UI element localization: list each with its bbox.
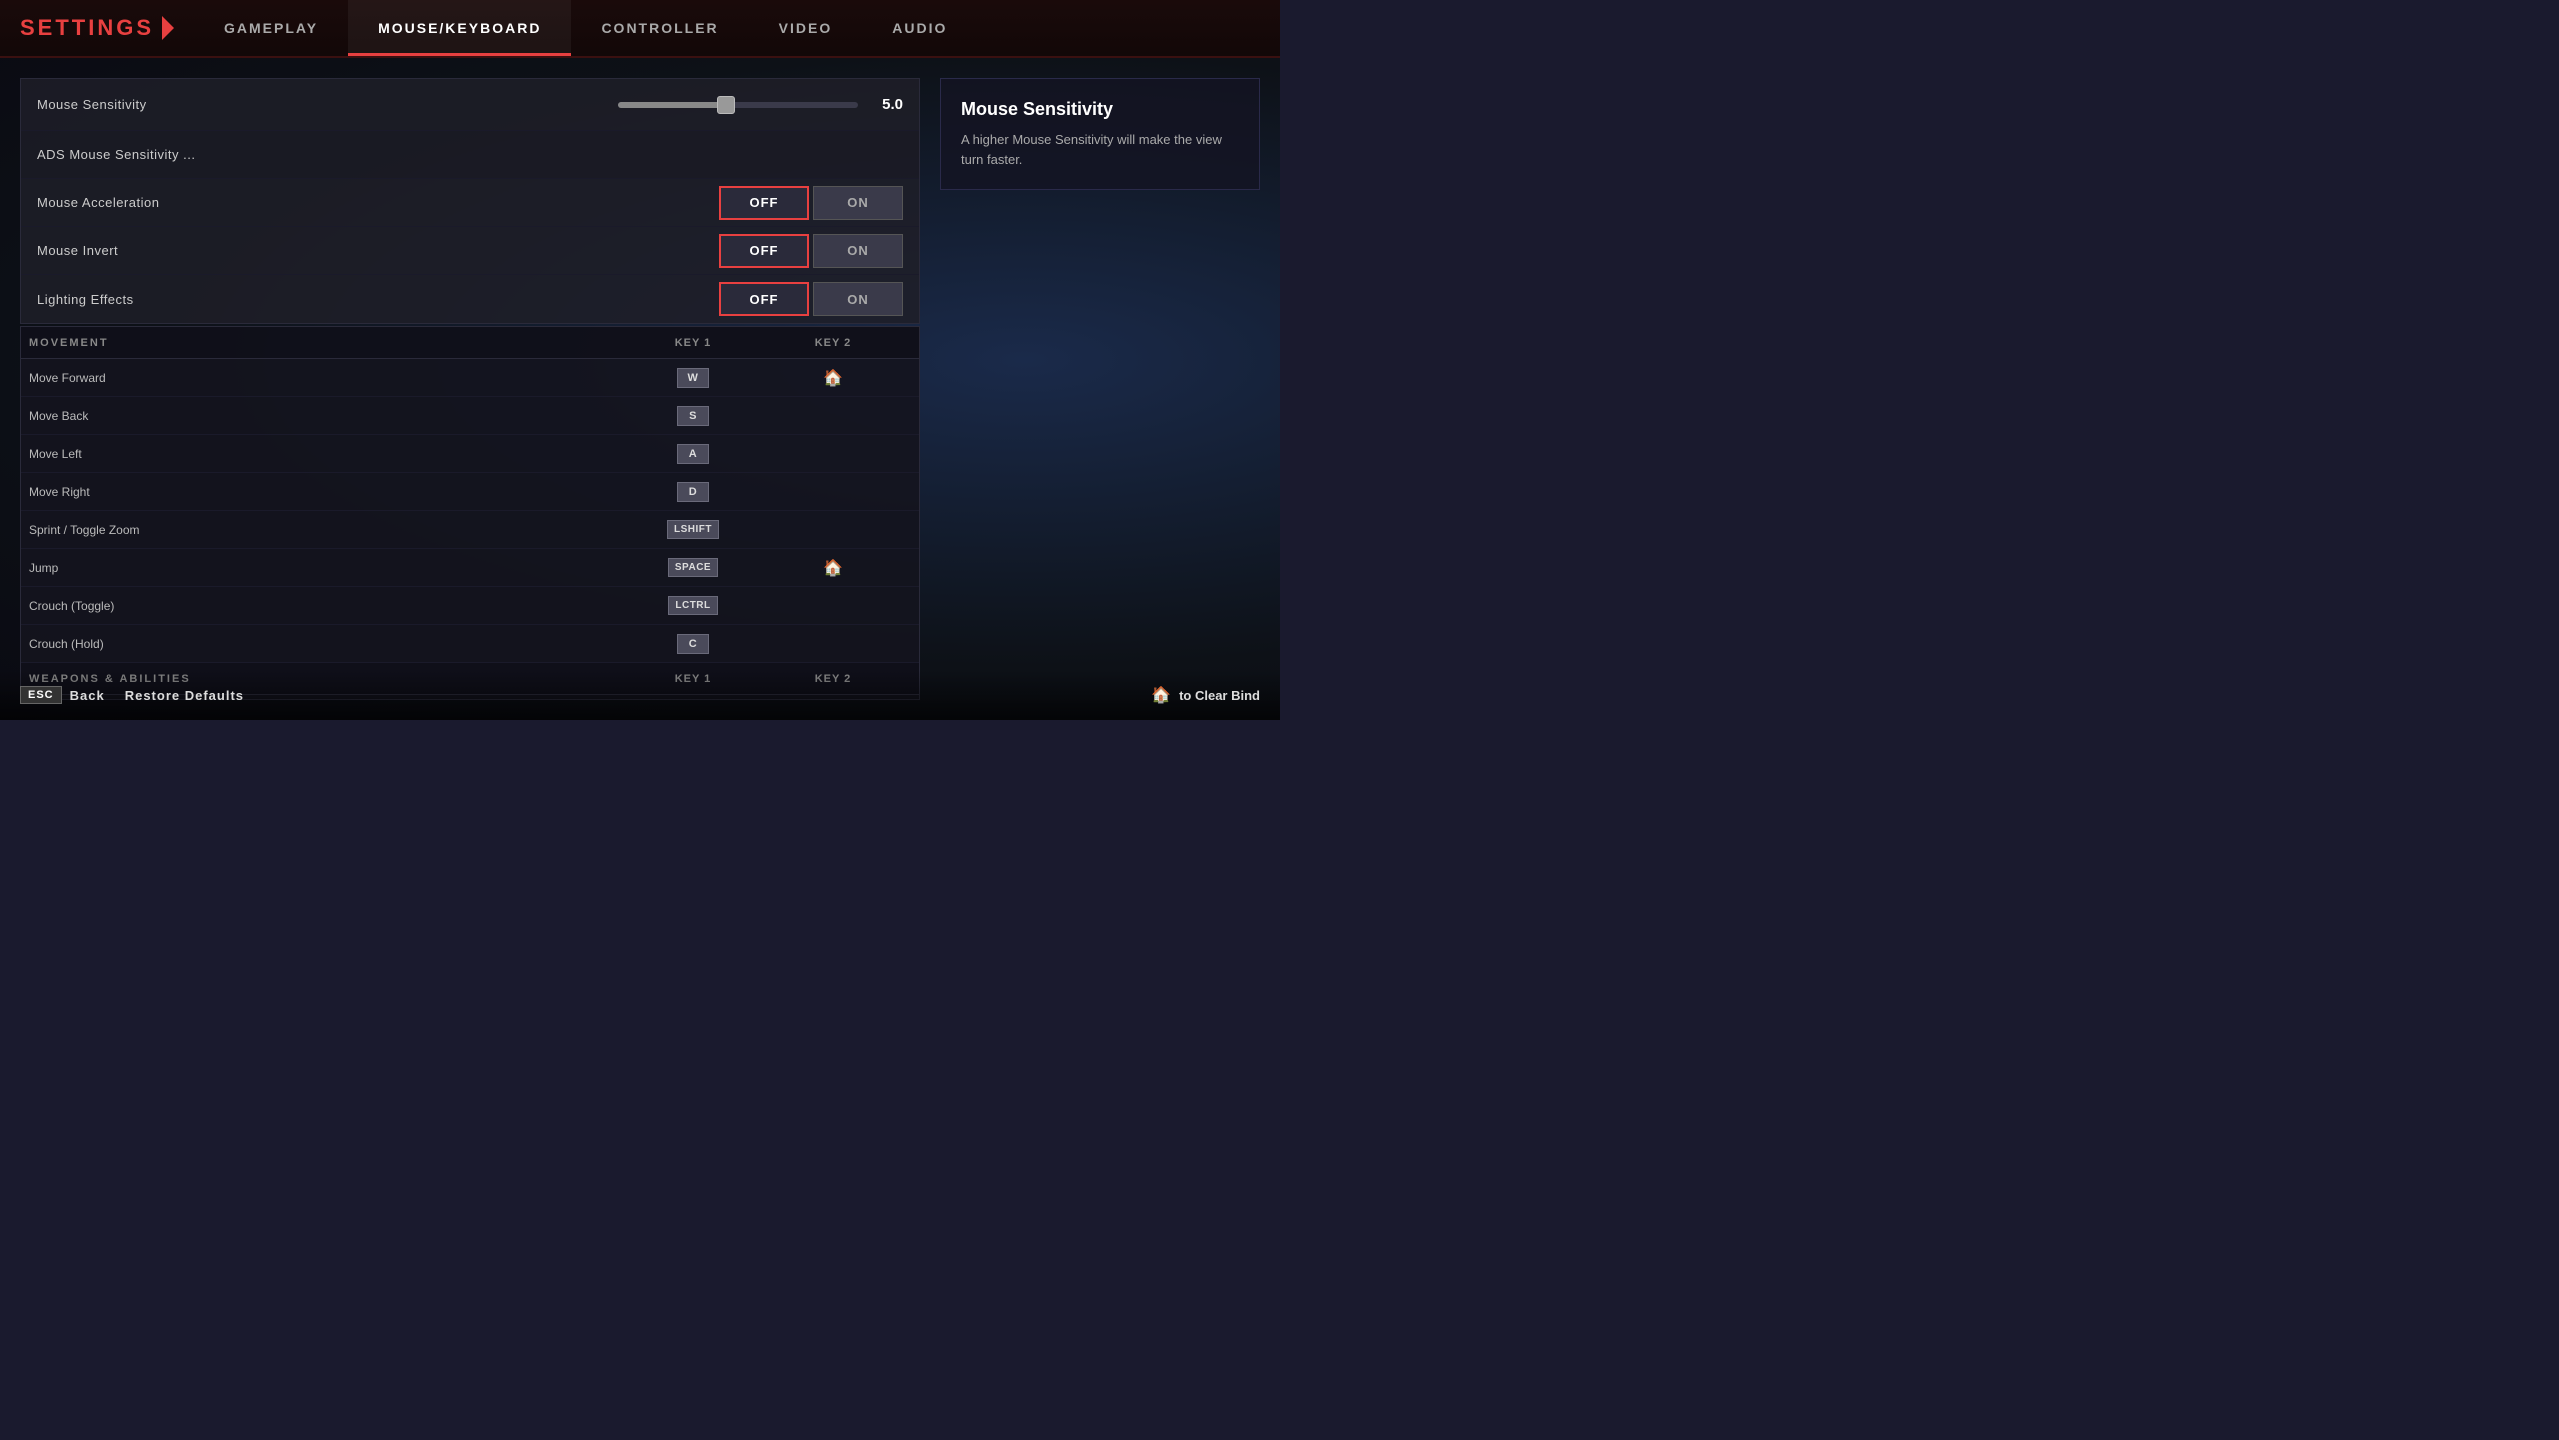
keybind-section: MOVEMENT KEY 1 KEY 2 Move Forward W 🏠 (20, 326, 920, 700)
mouse-invert-toggle: Off On (719, 234, 903, 268)
jump-key2[interactable]: 🏠 (763, 554, 903, 582)
move-forward-label: Move Forward (21, 371, 623, 385)
mouse-acceleration-row: Mouse Acceleration Off On (21, 179, 919, 227)
keybind-move-left: Move Left A (21, 435, 919, 473)
sensitivity-slider-track[interactable] (618, 102, 858, 108)
move-back-label: Move Back (21, 409, 623, 423)
move-left-key1-badge: A (677, 444, 709, 464)
bottom-left-actions: ESC Back Restore Defaults (20, 686, 244, 704)
move-forward-key1[interactable]: W (623, 364, 763, 392)
mouse-acceleration-off-btn[interactable]: Off (719, 186, 809, 220)
mouse-invert-on-btn[interactable]: On (813, 234, 903, 268)
sensitivity-slider-fill (618, 102, 726, 108)
keybind-crouch-hold: Crouch (Hold) C (21, 625, 919, 663)
move-forward-key1-badge: W (677, 368, 709, 388)
right-panel: Mouse Sensitivity A higher Mouse Sensiti… (940, 78, 1260, 700)
info-title: Mouse Sensitivity (961, 99, 1239, 120)
mouse-sensitivity-label: Mouse Sensitivity (37, 97, 147, 112)
move-left-label: Move Left (21, 447, 623, 461)
keybind-move-right: Move Right D (21, 473, 919, 511)
move-right-key1-badge: D (677, 482, 709, 502)
app-title: SETTINGS (20, 15, 154, 41)
jump-key1[interactable]: SPACE (623, 554, 763, 581)
move-back-key1-badge: S (677, 406, 709, 426)
nav-bar: SETTINGS GAMEPLAY MOUSE/KEYBOARD CONTROL… (0, 0, 1280, 58)
info-description: A higher Mouse Sensitivity will make the… (961, 130, 1239, 169)
crouch-toggle-key1[interactable]: LCTRL (623, 592, 763, 619)
mouse-sensitivity-control: 5.0 (147, 96, 903, 113)
keybind-sprint: Sprint / Toggle Zoom LSHIFT (21, 511, 919, 549)
clear-bind-label: to Clear Bind (1179, 688, 1260, 703)
top-settings: Mouse Sensitivity 5.0 ADS Mouse Sensitiv… (20, 78, 920, 324)
lighting-effects-label: Lighting Effects (37, 292, 134, 307)
sensitivity-slider-thumb[interactable] (717, 96, 735, 114)
movement-label: MOVEMENT (21, 337, 623, 349)
crouch-hold-key2[interactable] (763, 640, 903, 648)
mouse-acceleration-toggle: Off On (719, 186, 903, 220)
move-forward-key2[interactable]: 🏠 (763, 364, 903, 392)
move-back-key1[interactable]: S (623, 402, 763, 430)
jump-label: Jump (21, 561, 623, 575)
keybind-move-forward: Move Forward W 🏠 (21, 359, 919, 397)
lighting-effects-toggle: Off On (719, 282, 903, 316)
move-forward-key2-icon: 🏠 (823, 368, 843, 388)
move-left-key1[interactable]: A (623, 440, 763, 468)
keybind-move-back: Move Back S (21, 397, 919, 435)
crouch-hold-key1[interactable]: C (623, 630, 763, 658)
nav-tabs: GAMEPLAY MOUSE/KEYBOARD CONTROLLER VIDEO… (194, 0, 977, 56)
mouse-invert-off-btn[interactable]: Off (719, 234, 809, 268)
move-back-key2[interactable] (763, 412, 903, 420)
move-right-label: Move Right (21, 485, 623, 499)
move-right-key2[interactable] (763, 488, 903, 496)
move-right-key1[interactable]: D (623, 478, 763, 506)
tab-gameplay[interactable]: GAMEPLAY (194, 0, 348, 56)
jump-key2-icon: 🏠 (823, 558, 843, 578)
tab-audio[interactable]: AUDIO (862, 0, 977, 56)
back-label: Back (70, 688, 105, 703)
mouse-acceleration-on-btn[interactable]: On (813, 186, 903, 220)
lighting-effects-on-btn[interactable]: On (813, 282, 903, 316)
clear-bind-icon: 🏠 (1151, 685, 1171, 705)
movement-key2-header: KEY 2 (763, 337, 903, 349)
sprint-key1-badge: LSHIFT (667, 520, 719, 539)
keybind-scroll[interactable]: MOVEMENT KEY 1 KEY 2 Move Forward W 🏠 (21, 327, 919, 700)
restore-label: Restore Defaults (125, 688, 244, 703)
mouse-invert-label: Mouse Invert (37, 243, 118, 258)
crouch-toggle-label: Crouch (Toggle) (21, 599, 623, 613)
ads-sensitivity-label: ADS Mouse Sensitivity ... (37, 147, 195, 162)
crouch-toggle-key1-badge: LCTRL (668, 596, 717, 615)
main-content: Mouse Sensitivity 5.0 ADS Mouse Sensitiv… (0, 58, 1280, 720)
bottom-bar: ESC Back Restore Defaults 🏠 to Clear Bin… (0, 670, 1280, 720)
ads-sensitivity-row[interactable]: ADS Mouse Sensitivity ... (21, 131, 919, 179)
move-left-key2[interactable] (763, 450, 903, 458)
mouse-sensitivity-row: Mouse Sensitivity 5.0 (21, 79, 919, 131)
mouse-invert-row: Mouse Invert Off On (21, 227, 919, 275)
movement-key1-header: KEY 1 (623, 337, 763, 349)
sensitivity-value: 5.0 (868, 96, 903, 113)
mouse-acceleration-label: Mouse Acceleration (37, 195, 159, 210)
info-box: Mouse Sensitivity A higher Mouse Sensiti… (940, 78, 1260, 190)
sprint-key2[interactable] (763, 526, 903, 534)
lighting-effects-off-btn[interactable]: Off (719, 282, 809, 316)
sprint-label: Sprint / Toggle Zoom (21, 523, 623, 537)
restore-defaults-button[interactable]: Restore Defaults (125, 688, 244, 703)
keybind-jump: Jump SPACE 🏠 (21, 549, 919, 587)
keybind-crouch-toggle: Crouch (Toggle) LCTRL (21, 587, 919, 625)
esc-key: ESC (20, 686, 62, 704)
tab-video[interactable]: VIDEO (749, 0, 863, 56)
jump-key1-badge: SPACE (668, 558, 718, 577)
left-panel: Mouse Sensitivity 5.0 ADS Mouse Sensitiv… (20, 78, 920, 700)
movement-section-header: MOVEMENT KEY 1 KEY 2 (21, 327, 919, 359)
clear-bind-hint: 🏠 to Clear Bind (1151, 685, 1260, 705)
tab-controller[interactable]: CONTROLLER (571, 0, 748, 56)
crouch-toggle-key2[interactable] (763, 602, 903, 610)
tab-mouse-keyboard[interactable]: MOUSE/KEYBOARD (348, 0, 571, 56)
lighting-effects-row: Lighting Effects Off On (21, 275, 919, 323)
crouch-hold-key1-badge: C (677, 634, 709, 654)
crouch-hold-label: Crouch (Hold) (21, 637, 623, 651)
back-button[interactable]: ESC Back (20, 686, 105, 704)
sprint-key1[interactable]: LSHIFT (623, 516, 763, 543)
